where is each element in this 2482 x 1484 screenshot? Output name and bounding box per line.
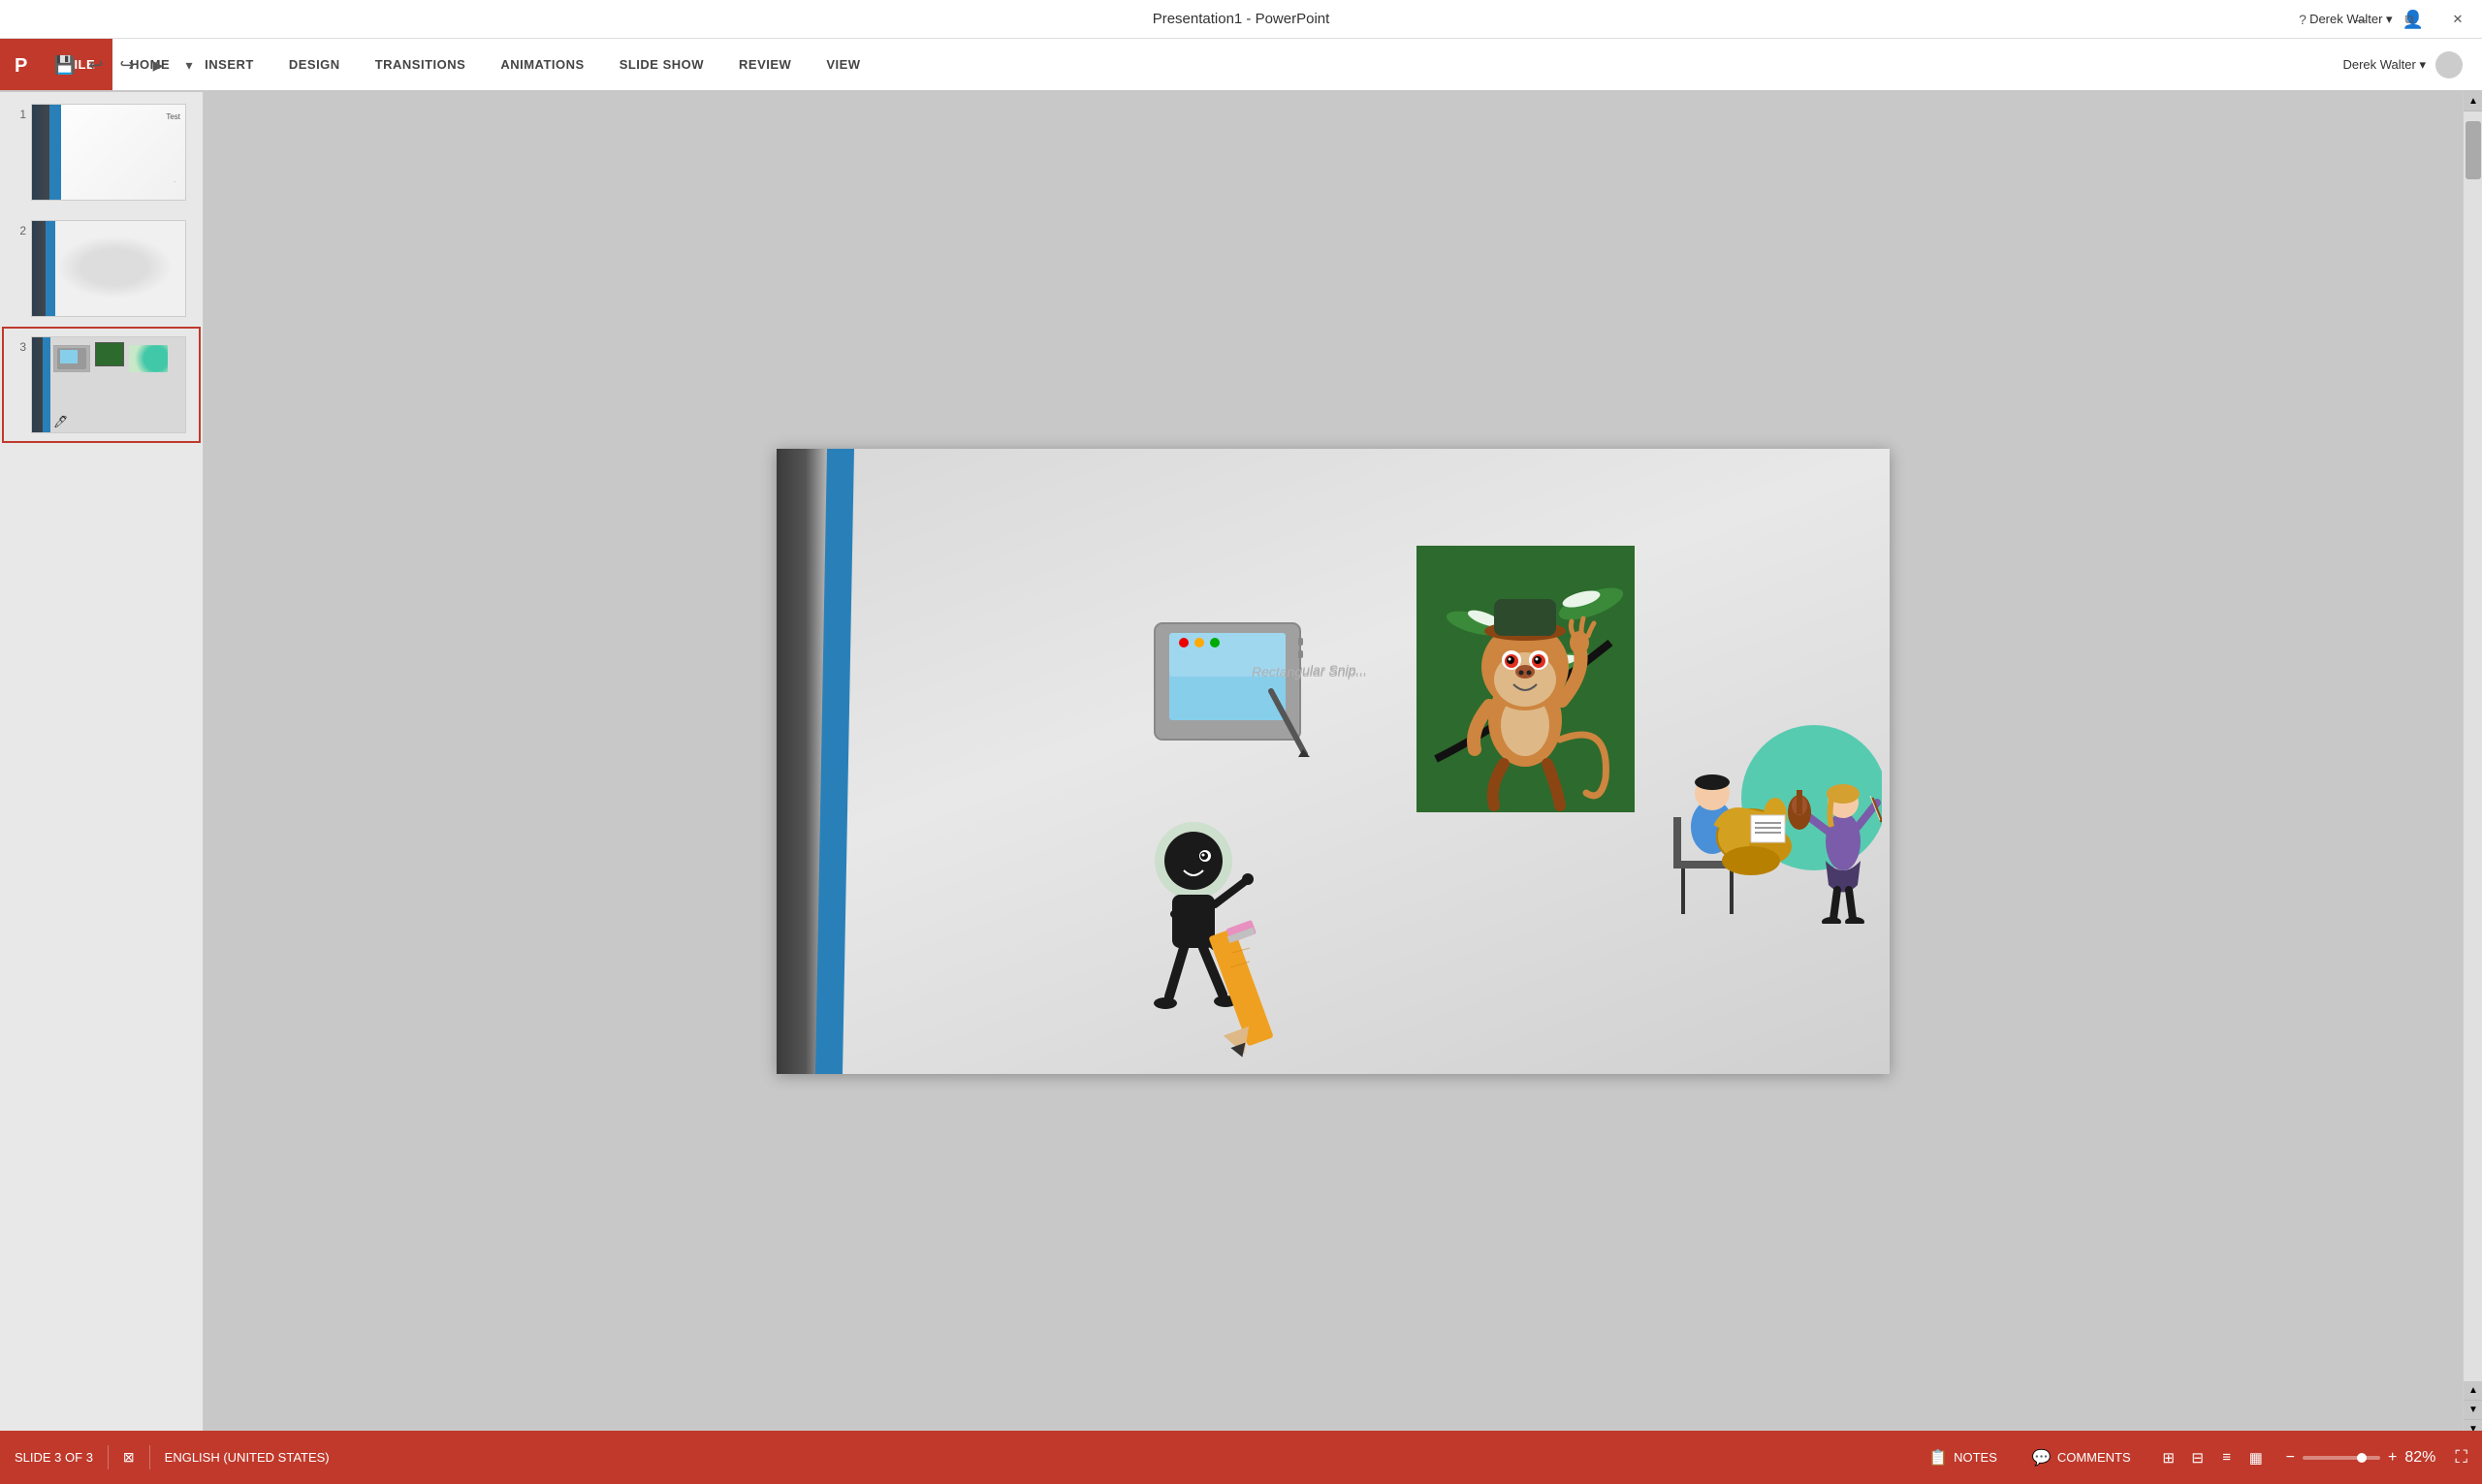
slide-number-2: 2 [9, 220, 26, 237]
status-bar: SLIDE 3 OF 3 ⊠ ENGLISH (UNITED STATES) 📋… [0, 1431, 2482, 1484]
minimize-button[interactable]: — [2337, 0, 2385, 39]
redo-icon[interactable]: ↪ [115, 53, 139, 77]
scroll-down-button-1[interactable]: ▲ [2464, 1381, 2482, 1401]
clipart-music[interactable] [1659, 710, 1882, 924]
slide-thumb-3-blue [43, 337, 50, 432]
slide-thumb-3[interactable]: 🖊 [31, 336, 186, 433]
comments-label: COMMENTS [2057, 1450, 2131, 1465]
slide-thumbnail-1[interactable]: 1 Test - [4, 96, 199, 208]
ribbon: P FILE HOME INSERT DESIGN TRANSITIONS AN… [0, 39, 2482, 92]
scroll-down-button-2[interactable]: ▼ [2464, 1401, 2482, 1420]
present-icon[interactable]: ▶ [146, 53, 170, 77]
slide-thumb-text: Test [166, 112, 180, 121]
tab-view[interactable]: VIEW [809, 39, 877, 90]
slide-number-3: 3 [9, 336, 26, 354]
presenter-view-icon[interactable]: ▦ [2245, 1447, 2267, 1468]
zoom-level: 82% [2404, 1449, 2435, 1467]
slide-thumb-2[interactable] [31, 220, 186, 317]
slide-sorter-icon[interactable]: ⊟ [2187, 1447, 2209, 1468]
slide-thumb-1[interactable]: Test - [31, 104, 186, 201]
slide-info: SLIDE 3 OF 3 [15, 1450, 93, 1465]
powerpoint-icon[interactable]: P [0, 39, 48, 90]
scroll-track [2464, 111, 2482, 1381]
clipart-monkey[interactable] [1416, 546, 1635, 812]
main-slide-area[interactable]: Rectangular Snip... [204, 92, 2463, 1431]
comments-icon: 💬 [2032, 1448, 2052, 1468]
slide-thumb-blue [49, 105, 61, 200]
tab-review[interactable]: REVIEW [721, 39, 809, 90]
slide-canvas[interactable]: Rectangular Snip... [777, 449, 1890, 1074]
scrollbar[interactable]: ▲ ▲ ▼ ▼ [2463, 92, 2482, 1439]
status-separator-2 [149, 1445, 150, 1469]
tab-design[interactable]: DESIGN [271, 39, 358, 90]
tablet-svg [1145, 604, 1320, 778]
fit-slide-button[interactable]: ⛶ [2455, 1447, 2467, 1468]
close-button[interactable]: ✕ [2434, 0, 2482, 39]
monkey-svg [1416, 546, 1635, 812]
zoom-out-button[interactable]: − [2286, 1449, 2295, 1467]
tab-slideshow[interactable]: SLIDE SHOW [602, 39, 721, 90]
window-title: Presentation1 - PowerPoint [1153, 11, 1330, 27]
scroll-up-button[interactable]: ▲ [2464, 92, 2482, 111]
zoom-controls: − + 82% [2286, 1449, 2436, 1467]
status-separator-1 [108, 1445, 109, 1469]
slide-thumb-3-stickman: 🖊 [53, 415, 68, 428]
reading-view-icon[interactable]: ≡ [2216, 1447, 2238, 1468]
stickman-svg [1135, 817, 1349, 1059]
normal-view-icon[interactable]: ⊞ [2158, 1447, 2180, 1468]
slide-number-1: 1 [9, 104, 26, 121]
title-bar: Presentation1 - PowerPoint ? Derek Walte… [0, 0, 2482, 39]
ribbon-username: Derek Walter ▾ [2342, 57, 2426, 73]
slide-thumb-2-oval [56, 236, 173, 299]
view-icons: ⊞ ⊟ ≡ ▦ [2158, 1447, 2267, 1468]
zoom-slider-thumb [2357, 1453, 2367, 1463]
comments-button[interactable]: 💬 COMMENTS [2024, 1444, 2139, 1471]
zoom-in-button[interactable]: + [2388, 1449, 2397, 1467]
slide-thumb-3-music [129, 345, 168, 372]
notes-icon: 📋 [1928, 1448, 1948, 1468]
notes-label: NOTES [1954, 1450, 1997, 1465]
slide-thumbnail-3[interactable]: 3 🖊 [4, 329, 199, 441]
slide-thumb-3-tablet [53, 345, 90, 372]
rectangular-snip-label: Rectangular Snip... [1252, 664, 1367, 679]
restore-button[interactable]: ⧉ [2385, 0, 2434, 39]
tab-transitions[interactable]: TRANSITIONS [358, 39, 484, 90]
notes-button[interactable]: 📋 NOTES [1921, 1444, 2005, 1471]
user-avatar[interactable] [2435, 51, 2463, 79]
error-icon[interactable]: ⊠ [123, 1449, 135, 1466]
language[interactable]: ENGLISH (UNITED STATES) [165, 1450, 330, 1465]
save-icon[interactable]: 💾 [53, 53, 77, 77]
clipart-stickman[interactable] [1135, 817, 1349, 1059]
svg-text:P: P [15, 55, 27, 77]
slide-thumbnail-2[interactable]: 2 [4, 212, 199, 325]
slide-panel: 1 Test - 2 3 [0, 92, 204, 1444]
status-left: SLIDE 3 OF 3 ⊠ ENGLISH (UNITED STATES) [15, 1445, 330, 1469]
window-controls: — ⧉ ✕ [2337, 0, 2482, 39]
more-commands-icon[interactable]: ▾ [177, 53, 201, 77]
slide-thumb-2-blue [46, 221, 55, 316]
slide-thumb-subtext: - [174, 179, 175, 185]
status-right: 📋 NOTES 💬 COMMENTS ⊞ ⊟ ≡ ▦ − + 82% ⛶ [1921, 1444, 2467, 1471]
quick-access-bar: 💾 ↩ ↪ ▶ ▾ [53, 41, 201, 89]
slide-thumb-3-monkey [95, 342, 124, 366]
zoom-slider[interactable] [2303, 1456, 2380, 1460]
ribbon-user: Derek Walter ▾ [2342, 39, 2482, 90]
clipart-tablet[interactable] [1145, 604, 1320, 778]
tab-animations[interactable]: ANIMATIONS [483, 39, 601, 90]
scroll-thumb[interactable] [2466, 121, 2481, 179]
music-svg [1659, 710, 1882, 924]
undo-icon[interactable]: ↩ [84, 53, 108, 77]
